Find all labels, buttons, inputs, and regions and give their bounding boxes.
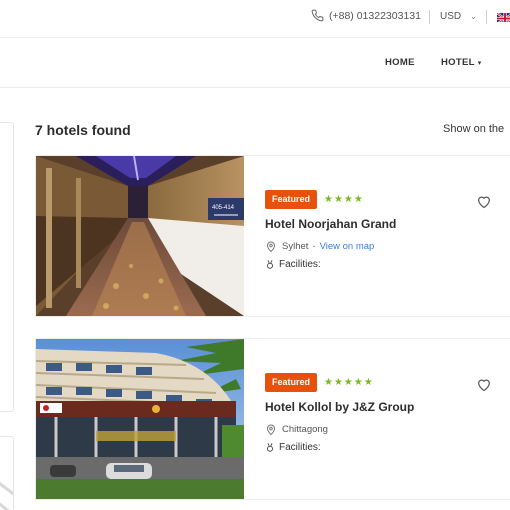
hotel-location: Sylhet - View on map [265, 240, 374, 253]
hotel-info: Featured ★★★★★ Hotel Kollol by J&Z Group… [265, 339, 510, 499]
phone-number: (+88) 01322303131 [329, 9, 421, 22]
nav-item-label: HOTEL [441, 57, 475, 68]
star-rating: ★★★★ [324, 194, 364, 205]
filter-sidebar [0, 122, 14, 412]
medal-icon [267, 260, 273, 269]
results-count: 7 hotels found [35, 122, 131, 138]
featured-badge: Featured [265, 190, 317, 209]
heart-icon[interactable] [476, 194, 492, 214]
divider [429, 10, 430, 24]
phone-contact[interactable]: (+88) 01322303131 [311, 9, 421, 22]
divider [486, 10, 487, 24]
hotel-info: Featured ★★★★ Hotel Noorjahan Grand Sylh… [265, 156, 510, 316]
hotel-city: Chittagong [282, 424, 328, 435]
nav-item-label: HOME [385, 57, 415, 68]
show-on-map-link[interactable]: Show on the [443, 123, 504, 135]
hotel-name[interactable]: Hotel Kollol by J&Z Group [265, 400, 414, 414]
hotel-facilities: Facilities: [265, 259, 321, 270]
map-pin-icon [266, 241, 276, 253]
hotel-facilities: Facilities: [265, 442, 321, 453]
hotel-image[interactable]: 405-414 [36, 156, 244, 316]
view-on-map-link[interactable]: View on map [320, 241, 375, 252]
room-number-sign: 405-414 [212, 205, 235, 211]
chevron-down-icon: ⌄ [470, 12, 477, 21]
hotel-name[interactable]: Hotel Noorjahan Grand [265, 217, 396, 231]
map-widget[interactable] [0, 436, 14, 510]
phone-icon [311, 9, 324, 22]
nav-item-hotel[interactable]: HOTEL ▾ [441, 57, 482, 68]
main-nav: HOME HOTEL ▾ [0, 38, 510, 88]
facilities-label: Facilities: [279, 259, 321, 270]
medal-icon [267, 443, 273, 452]
chevron-down-icon: ▾ [477, 59, 482, 67]
hotel-card[interactable]: Featured ★★★★★ Hotel Kollol by J&Z Group… [35, 338, 510, 500]
uk-flag-icon[interactable] [497, 11, 510, 22]
map-pin-icon [266, 424, 276, 436]
hotel-location: Chittagong [265, 423, 328, 436]
featured-badge: Featured [265, 373, 317, 392]
top-bar: (+88) 01322303131 USD ⌄ [0, 0, 510, 38]
hotel-city: Sylhet [282, 241, 309, 252]
heart-icon[interactable] [476, 377, 492, 397]
separator-dash: - [312, 241, 316, 252]
hotel-image[interactable] [36, 339, 244, 499]
facilities-label: Facilities: [279, 442, 321, 453]
nav-item-home[interactable]: HOME [385, 57, 415, 68]
currency-value: USD [440, 11, 462, 22]
hotel-card[interactable]: 405-414 Featured ★★★★ Hotel Noorjahan Gr… [35, 155, 510, 317]
star-rating: ★★★★★ [324, 377, 374, 388]
currency-selector[interactable]: USD ⌄ [440, 11, 477, 22]
